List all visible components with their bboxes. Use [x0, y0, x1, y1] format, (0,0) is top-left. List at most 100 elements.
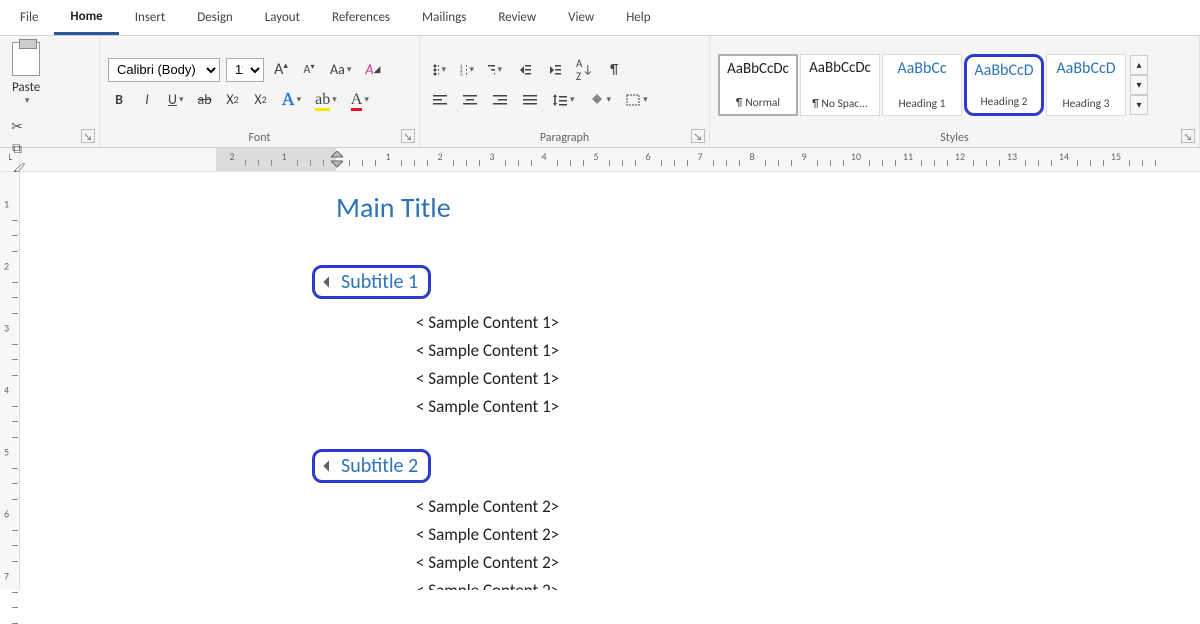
- numbering-button[interactable]: 123▾: [456, 58, 478, 82]
- paste-label: Paste: [12, 80, 40, 95]
- superscript-button[interactable]: X2: [250, 88, 272, 112]
- group-label: Styles: [718, 129, 1191, 145]
- style-sample: AaBbCcDc: [727, 60, 789, 78]
- ruler-horizontal: └ 21123456789101112131415: [0, 148, 1200, 172]
- style--no-spac-[interactable]: AaBbCcDc¶ No Spac...: [800, 54, 880, 116]
- paste-icon: [12, 42, 40, 76]
- doc-title[interactable]: Main Title: [336, 190, 996, 225]
- sort-button[interactable]: AZ↓: [572, 58, 597, 82]
- ruler-number: 6: [645, 150, 650, 163]
- tab-view[interactable]: View: [552, 2, 610, 33]
- ruler-number: 2: [437, 150, 442, 163]
- style-heading-1[interactable]: AaBbCc Heading 1: [882, 54, 962, 116]
- style--normal[interactable]: AaBbCcDc ¶ Normal: [718, 54, 798, 116]
- font-color-button[interactable]: A▾: [347, 88, 373, 112]
- content-line[interactable]: < Sample Content 2>: [416, 577, 996, 590]
- content-line[interactable]: < Sample Content 1>: [416, 309, 996, 337]
- cut-button[interactable]: ✂: [8, 118, 26, 134]
- ribbon: Paste ▾ ✂ ⧉ 🖌 Clipboard ↘ Calibri (Body)…: [0, 36, 1200, 148]
- group-styles: AaBbCcDc¶ NormalAaBbCcDc¶ No Spac...AaBb…: [710, 36, 1200, 147]
- styles-launcher[interactable]: ↘: [1181, 129, 1195, 143]
- clipboard-launcher[interactable]: ↘: [81, 129, 95, 143]
- content-line[interactable]: < Sample Content 2>: [416, 549, 996, 577]
- styles-expand[interactable]: ▾: [1130, 95, 1148, 115]
- content-line[interactable]: < Sample Content 1>: [416, 365, 996, 393]
- indent-marker[interactable]: [331, 151, 343, 169]
- ruler-number: 10: [851, 150, 861, 163]
- tab-review[interactable]: Review: [482, 2, 552, 33]
- ruler-scale[interactable]: 21123456789101112131415: [216, 148, 1200, 171]
- content-line[interactable]: < Sample Content 1>: [416, 393, 996, 421]
- ruler-number: 1: [385, 150, 390, 163]
- vruler-number: 3: [4, 322, 9, 335]
- tab-home[interactable]: Home: [54, 1, 118, 35]
- collapse-icon[interactable]: [323, 461, 334, 472]
- bold-button[interactable]: B: [108, 88, 130, 112]
- increase-indent-button[interactable]: [542, 58, 566, 82]
- style-sample: AaBbCcD: [974, 61, 1033, 80]
- paragraph-launcher[interactable]: ↘: [691, 129, 705, 143]
- content-line[interactable]: < Sample Content 1>: [416, 337, 996, 365]
- document-scroll[interactable]: Main TitleSubtitle 1< Sample Content 1><…: [20, 172, 1200, 590]
- subscript-button[interactable]: X2: [222, 88, 244, 112]
- tab-help[interactable]: Help: [610, 2, 666, 33]
- vruler-number: 2: [4, 260, 9, 273]
- align-center-button[interactable]: [458, 88, 482, 112]
- decrease-font-button[interactable]: A▾: [298, 58, 320, 82]
- ruler-number: 5: [593, 150, 598, 163]
- bullets-button[interactable]: ▾: [428, 58, 450, 82]
- italic-button[interactable]: I: [136, 88, 158, 112]
- font-name-select[interactable]: Calibri (Body): [108, 58, 220, 82]
- styles-gallery: AaBbCcDc¶ NormalAaBbCcDc¶ No Spac...AaBb…: [718, 54, 1191, 116]
- style-heading-3[interactable]: AaBbCcDHeading 3: [1046, 54, 1126, 116]
- ruler-number: 2: [229, 150, 234, 163]
- style-sample: AaBbCc: [897, 59, 946, 78]
- group-label: Paragraph: [428, 129, 701, 145]
- tab-insert[interactable]: Insert: [119, 2, 182, 33]
- paste-button[interactable]: Paste ▾: [8, 40, 44, 108]
- content-line[interactable]: < Sample Content 2>: [416, 493, 996, 521]
- content-line[interactable]: < Sample Content 2>: [416, 521, 996, 549]
- tab-references[interactable]: References: [316, 2, 406, 33]
- font-size-select[interactable]: 11: [226, 58, 264, 82]
- multilevel-list-button[interactable]: ▾: [484, 58, 506, 82]
- ruler-vertical[interactable]: 1234567: [0, 172, 20, 590]
- style-caption: Heading 2: [981, 95, 1028, 109]
- style-caption: Heading 1: [899, 97, 946, 111]
- collapse-icon[interactable]: [323, 276, 334, 287]
- highlight-color-button[interactable]: ab▾: [311, 88, 341, 112]
- text-effects-button[interactable]: A▾: [278, 88, 306, 112]
- line-spacing-button[interactable]: ▾: [548, 88, 579, 112]
- subtitle-1[interactable]: Subtitle 1: [312, 265, 431, 299]
- tab-layout[interactable]: Layout: [249, 2, 316, 33]
- align-right-button[interactable]: [488, 88, 512, 112]
- strikethrough-button[interactable]: ab: [194, 88, 216, 112]
- shading-button[interactable]: ▾: [585, 88, 616, 112]
- change-case-button[interactable]: Aa▾: [326, 58, 355, 82]
- copy-button[interactable]: ⧉: [8, 140, 26, 156]
- clear-formatting-button[interactable]: A◢: [361, 58, 384, 82]
- borders-button[interactable]: ▾: [621, 88, 652, 112]
- document-page: Main TitleSubtitle 1< Sample Content 1><…: [216, 172, 996, 590]
- show-paragraph-marks-button[interactable]: ¶: [603, 58, 625, 82]
- vruler-number: 6: [4, 508, 9, 521]
- increase-font-button[interactable]: A▴: [270, 58, 292, 82]
- justify-button[interactable]: [518, 88, 542, 112]
- group-font: Calibri (Body) 11 A▴ A▾ Aa▾ A◢ B I U▾ ab…: [100, 36, 420, 147]
- style-sample: AaBbCcD: [1056, 59, 1115, 78]
- tab-mailings[interactable]: Mailings: [406, 2, 482, 33]
- tab-file[interactable]: File: [4, 2, 54, 33]
- style-caption: ¶ Normal: [736, 96, 780, 110]
- decrease-indent-button[interactable]: [512, 58, 536, 82]
- styles-scroll-up[interactable]: ▴: [1130, 55, 1148, 75]
- font-launcher[interactable]: ↘: [401, 129, 415, 143]
- ruler-number: 3: [489, 150, 494, 163]
- ruler-number: 1: [281, 150, 286, 163]
- style-heading-2[interactable]: AaBbCcD Heading 2: [964, 54, 1044, 116]
- underline-button[interactable]: U▾: [164, 88, 188, 112]
- vruler-number: 1: [4, 198, 9, 211]
- styles-scroll-down[interactable]: ▾: [1130, 75, 1148, 95]
- align-left-button[interactable]: [428, 88, 452, 112]
- tab-design[interactable]: Design: [181, 2, 248, 33]
- subtitle-2[interactable]: Subtitle 2: [312, 449, 431, 483]
